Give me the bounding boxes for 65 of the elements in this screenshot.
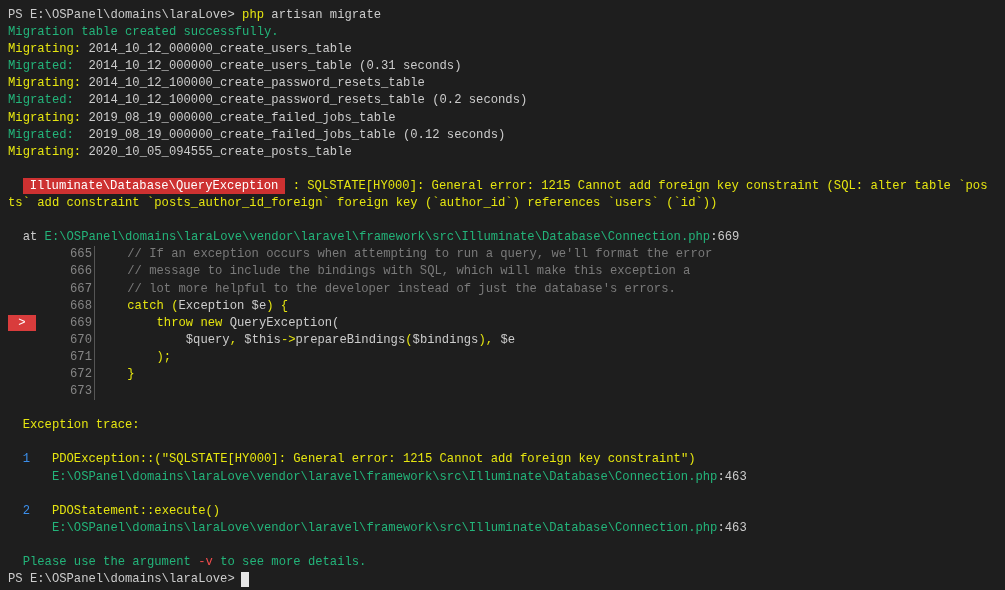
status-label: Migrated: xyxy=(8,92,74,110)
status-label: Migrating: xyxy=(8,143,82,161)
code-keyword: } xyxy=(127,365,135,383)
migration-name: 2020_10_05_094555_create_posts_table xyxy=(88,143,352,161)
file-path: E:\OSPanel\domains\laraLove\vendor\laravel\framework\src\Illuminate\Database\Connection.php xyxy=(51,519,718,537)
code-comment: // message to include the bindings with SQL, which will make this exception a xyxy=(127,263,691,281)
trace-call: PDOStatement::execute() xyxy=(51,502,221,520)
line-number: 673 xyxy=(70,384,92,399)
code-keyword: -> xyxy=(280,331,296,349)
code-text: prepareBindings xyxy=(295,331,406,349)
migration-name: 2014_10_12_000000_create_users_table (0.31 seconds) xyxy=(88,58,462,76)
flag-text: -v xyxy=(198,554,213,571)
migration-name: 2014_10_12_000000_create_users_table xyxy=(88,41,352,59)
status-label: Migrated: xyxy=(8,126,74,144)
trace-index: 1 xyxy=(22,451,30,469)
hint-text: Please use the argument xyxy=(22,554,191,571)
status-message: Migration table created successfully. xyxy=(8,24,279,42)
code-text: $e xyxy=(500,331,515,349)
code-keyword: ) { xyxy=(266,297,289,315)
code-keyword: throw new xyxy=(156,314,223,332)
line-number: 666 xyxy=(70,264,92,279)
code-keyword: ( xyxy=(405,331,413,349)
code-keyword: ); xyxy=(156,348,172,366)
code-keyword: catch ( xyxy=(127,297,179,315)
line-number: 668 xyxy=(70,298,92,313)
hint-text: to see more details. xyxy=(220,554,367,571)
code-text: $bindings xyxy=(412,331,479,349)
prompt-text: PS E:\OSPanel\domains\laraLove> xyxy=(8,571,235,589)
migration-name: 2019_08_19_000000_create_failed_jobs_table (0.12 seconds) xyxy=(88,126,506,144)
trace-call: PDOException::("SQLSTATE[HY000]: General error: 1215 Cannot add foreign key constraint") xyxy=(51,451,696,469)
line-reference: :463 xyxy=(717,468,747,486)
command-argument: artisan migrate xyxy=(271,7,382,24)
migration-name: 2019_08_19_000000_create_failed_jobs_table xyxy=(88,109,396,127)
line-number: 667 xyxy=(70,281,92,296)
error-message: ts` add constraint `posts_author_id_foreign` foreign key (`author_id`) references `users` (`id`)) xyxy=(8,195,718,213)
status-label: Migrated: xyxy=(8,58,74,76)
status-label: Migrating: xyxy=(8,41,82,59)
exception-badge: Illuminate\Database\QueryException xyxy=(22,178,286,195)
line-number: 670 xyxy=(70,332,92,347)
code-comment: // lot more helpful to the developer instead of just the database's errors. xyxy=(127,280,676,298)
line-reference: :669 xyxy=(710,229,740,247)
line-number: 665 xyxy=(70,247,92,262)
file-path: E:\OSPanel\domains\laraLove\vendor\laravel\framework\src\Illuminate\Database\Connection.php xyxy=(51,468,718,486)
prompt-text: PS E:\OSPanel\domains\laraLove> xyxy=(8,7,235,24)
section-heading: Exception trace: xyxy=(22,417,140,435)
line-number: 669 xyxy=(70,315,92,330)
code-text: $this xyxy=(244,331,281,349)
code-keyword: , xyxy=(229,331,237,349)
code-text: $query xyxy=(185,331,230,349)
line-reference: :463 xyxy=(717,519,747,537)
file-path: E:\OSPanel\domains\laraLove\vendor\laravel\framework\src\Illuminate\Database\Connection.php xyxy=(44,229,711,247)
code-keyword: ), xyxy=(478,331,494,349)
migration-name: 2014_10_12_100000_create_password_resets_table xyxy=(88,75,425,93)
line-number: 672 xyxy=(70,366,92,381)
code-text: Exception $e xyxy=(178,297,267,315)
location-label: at xyxy=(22,229,38,247)
error-message: : SQLSTATE[HY000]: General error: 1215 Cannot add foreign key constraint (SQL: alter table `pos xyxy=(292,177,988,195)
code-text: QueryException( xyxy=(229,314,340,332)
status-label: Migrating: xyxy=(8,75,82,93)
command-text: php xyxy=(242,7,264,24)
migration-name: 2014_10_12_100000_create_password_resets_table (0.2 seconds) xyxy=(88,92,528,110)
line-number: 671 xyxy=(70,349,92,364)
trace-index: 2 xyxy=(22,502,30,520)
code-comment: // If an exception occurs when attempting to run a query, we'll format the error xyxy=(127,246,713,264)
status-label: Migrating: xyxy=(8,109,82,127)
